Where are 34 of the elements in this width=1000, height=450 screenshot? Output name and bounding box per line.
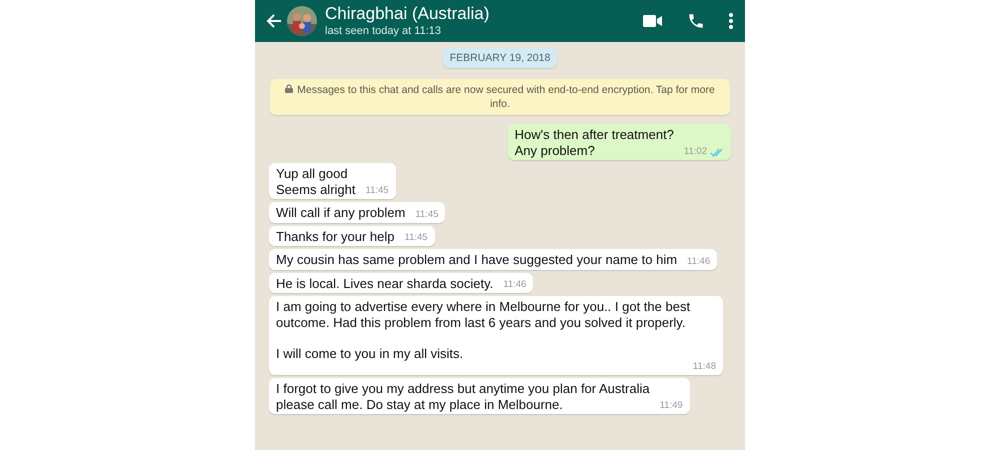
message-text: He is local. Lives near sharda society. <box>276 276 494 291</box>
message-time: 11:49 <box>660 400 683 412</box>
message-time: 11:45 <box>415 208 438 220</box>
encryption-notice[interactable]: Messages to this chat and calls are now secured with end-to-end encryption. Tap for more info. <box>270 79 730 115</box>
video-call-button[interactable] <box>643 14 663 28</box>
message-time: 11:46 <box>687 256 710 268</box>
incoming-message[interactable]: Will call if any problem 11:45 <box>269 202 446 222</box>
message-time: 11:45 <box>404 232 428 244</box>
incoming-message[interactable]: I forgot to give you my address but anytime you plan for Australia please call me. Do stay at my place in Melbourne. 11:49 <box>269 378 690 414</box>
last-seen-status: last seen today at 11:13 <box>325 24 442 38</box>
incoming-message[interactable]: My cousin has same problem and I have suggested your name to him 11:46 <box>269 249 718 270</box>
message-time: 11:48 <box>692 361 716 373</box>
message-text: Yup all good Seems alright <box>276 166 356 197</box>
message-text: I am going to advertise every where in Melbourne for you.. I got the best outcome. Had this problem from last 6 years and you solved it properly. I will come to you in my all visits. <box>276 299 690 361</box>
back-button[interactable] <box>265 12 283 30</box>
message-text: Will call if any problem <box>276 205 406 220</box>
outgoing-message[interactable]: How's then after treatment? Any problem? 11:02 <box>508 124 731 160</box>
contact-name: Chiragbhai (Australia) <box>325 4 490 24</box>
incoming-message[interactable]: Yup all good Seems alright 11:45 <box>269 163 396 199</box>
message-text: My cousin has same problem and I have suggested your name to him <box>276 252 678 268</box>
message-text: Thanks for your help <box>276 228 395 244</box>
message-text: How's then after treatment? Any problem? <box>514 127 674 158</box>
incoming-message[interactable]: I am going to advertise every where in Melbourne for you.. I got the best outcome. Had this problem from last 6 years and you solved it properly. I will come to you in my all visits. 11:48 <box>269 296 723 375</box>
date-chip: FEBRUARY 19, 2018 <box>442 48 558 68</box>
message-time: 11:45 <box>365 185 389 197</box>
notice-text: Messages to this chat and calls are now secured with end-to-end encryption. Tap for more info. <box>297 84 715 110</box>
menu-button[interactable] <box>729 13 733 29</box>
message-time: 11:46 <box>503 279 526 291</box>
incoming-message[interactable]: He is local. Lives near sharda society. 11:46 <box>269 272 534 293</box>
phone-call-button[interactable] <box>687 12 705 30</box>
message-text: I forgot to give you my address but anytime you plan for Australia please call me. Do stay at my place in Melbourne. <box>276 381 650 412</box>
lock-icon <box>285 84 294 93</box>
incoming-message[interactable]: Thanks for your help 11:45 <box>269 226 435 246</box>
message-time: 11:02 <box>684 146 707 158</box>
